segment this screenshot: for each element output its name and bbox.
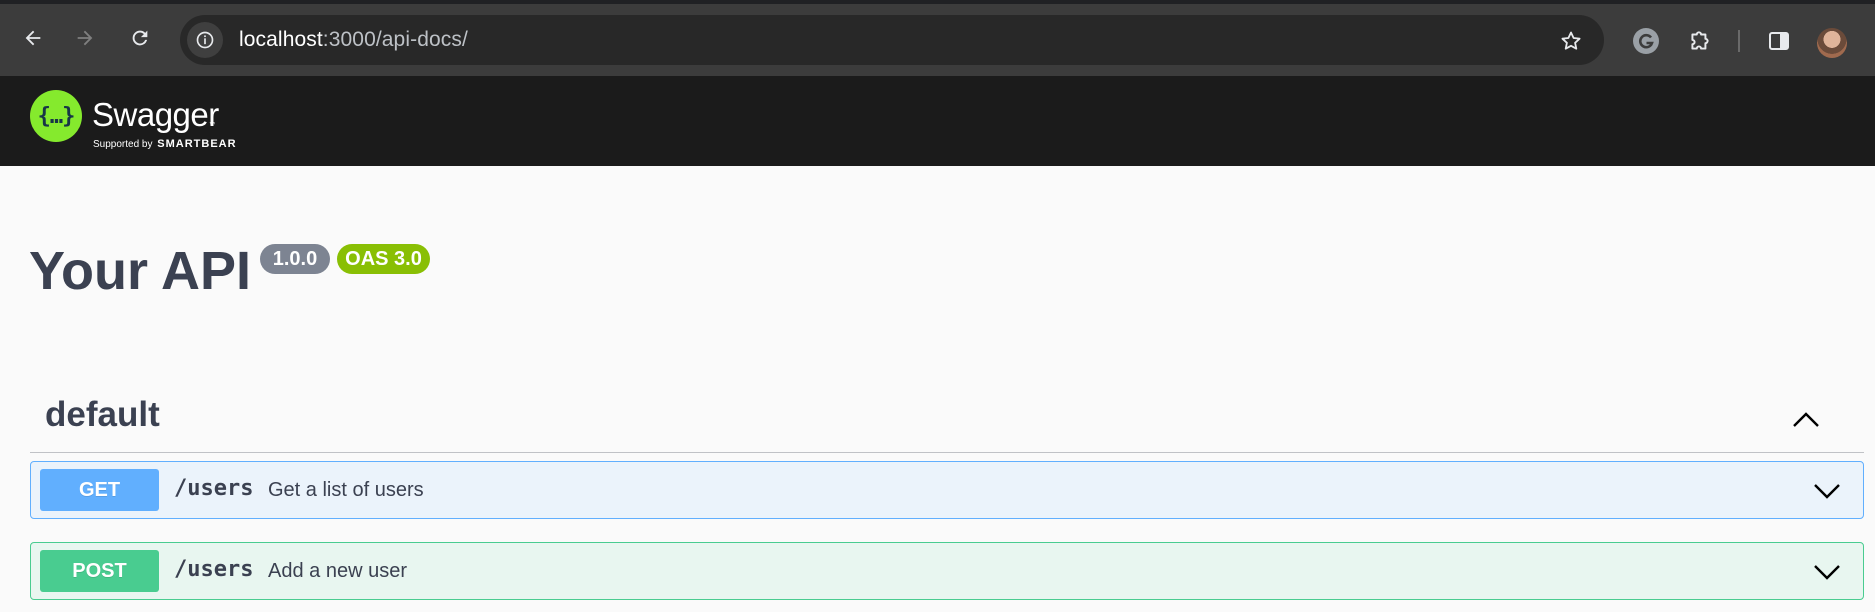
swagger-wordmark: Swagger [92, 96, 219, 133]
tag-name: default [45, 395, 160, 434]
info-icon [196, 31, 214, 49]
chevron-down-icon [1814, 484, 1840, 499]
operation-get-users[interactable]: GET /users Get a list of users [30, 461, 1864, 519]
back-button[interactable] [17, 22, 49, 54]
forward-button[interactable] [69, 22, 101, 54]
toolbar-divider [1738, 30, 1740, 52]
browser-chrome: localhost:3000/api-docs/ [0, 0, 1875, 76]
arrow-left-icon [25, 30, 41, 46]
operation-summary: Add a new user [268, 560, 407, 582]
version-badge: 1.0.0 [260, 244, 330, 274]
operation-post-users[interactable]: POST /users Add a new user [30, 542, 1864, 600]
expand-operation-button[interactable] [1811, 475, 1843, 507]
url-path: :3000/api-docs/ [322, 28, 468, 51]
reload-icon [132, 30, 148, 46]
url-text: localhost:3000/api-docs/ [239, 28, 468, 52]
supported-by-text: Supported by SMARTBEAR [93, 138, 237, 150]
side-panel-button[interactable] [1764, 26, 1794, 56]
site-info-button[interactable] [187, 22, 223, 58]
expand-operation-button[interactable] [1811, 556, 1843, 588]
url-host: localhost [239, 28, 323, 51]
oas-version-badge: OAS 3.0 [337, 244, 430, 274]
grammarly-extension-button[interactable] [1631, 26, 1661, 56]
swagger-topbar: {…} Swagger ™ Supported by SMARTBEAR [0, 76, 1875, 166]
bookmark-button[interactable] [1558, 28, 1584, 54]
operation-path: /users [174, 476, 254, 501]
chevron-up-icon [1793, 412, 1819, 427]
chevron-down-icon [1814, 565, 1840, 580]
star-icon [1561, 31, 1581, 50]
method-badge-get: GET [40, 469, 159, 511]
trademark-symbol: ™ [209, 122, 215, 128]
smartbear-logo: SMARTBEAR [157, 138, 237, 150]
puzzle-icon [1691, 31, 1709, 50]
collapse-tag-button[interactable] [1788, 401, 1824, 437]
side-panel-icon [1769, 32, 1789, 50]
extensions-button[interactable] [1685, 26, 1715, 56]
swagger-logo-icon[interactable]: {…} [30, 90, 82, 142]
page-title: Your API [29, 241, 252, 301]
operation-path: /users [174, 557, 254, 582]
avatar[interactable] [1817, 28, 1847, 58]
address-bar[interactable]: localhost:3000/api-docs/ [180, 15, 1604, 65]
tag-header-default[interactable]: default [30, 385, 1864, 453]
operation-summary: Get a list of users [268, 479, 424, 501]
reload-button[interactable] [124, 22, 156, 54]
grammarly-icon [1633, 28, 1659, 54]
swagger-logo-glyph: {…} [37, 103, 76, 129]
browser-toolbar: localhost:3000/api-docs/ [0, 4, 1875, 76]
arrow-right-icon [77, 30, 93, 46]
supported-by-label: Supported by [93, 139, 153, 150]
method-badge-post: POST [40, 550, 159, 592]
